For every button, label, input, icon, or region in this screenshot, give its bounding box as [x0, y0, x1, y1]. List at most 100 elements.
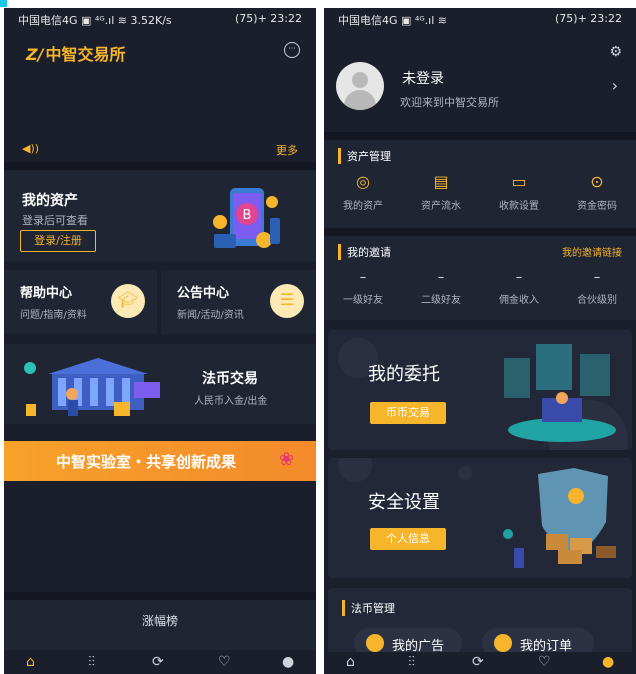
lab-banner[interactable]: 中智实验室・共享创新成果 ❀	[4, 441, 316, 481]
assets-tab-icon[interactable]: ♡	[538, 654, 551, 670]
my-assets-item[interactable]: ◎ 我的资产	[324, 172, 402, 212]
bottom-tab-bar: ⌂ ⫶⫶ ⟳ ♡ ●	[4, 652, 316, 674]
logo-mark-icon: Z/	[26, 45, 44, 64]
invite-stat-value: –	[593, 270, 601, 285]
ads-icon	[366, 634, 384, 652]
invite-stat: – 合伙级别	[558, 270, 636, 306]
my-assets-subtitle: 登录后可查看	[22, 214, 88, 227]
help-center-subtitle: 问题/指南/资料	[20, 310, 87, 321]
payment-settings-item[interactable]: ▭ 收款设置	[480, 172, 558, 212]
avatar	[336, 62, 384, 110]
login-register-button[interactable]: 登录/注册	[20, 230, 96, 252]
app-name: 中智交易所	[45, 45, 126, 64]
fiat-management-title: 法币管理	[342, 600, 395, 616]
corner-accent	[0, 0, 7, 7]
app-header: Z/中智交易所 ···	[4, 38, 316, 64]
ledger-icon: ▤	[433, 172, 449, 191]
chevron-right-icon: ›	[611, 76, 618, 95]
fund-password-item[interactable]: ⊙ 资金密码	[558, 172, 636, 212]
asset-management-title: 资产管理	[338, 148, 391, 164]
market-tab-icon[interactable]: ⫶⫶	[408, 654, 415, 670]
invite-stat-label: 二级好友	[421, 295, 461, 306]
divider	[324, 132, 636, 140]
carrier-text: 中国电信4G ▣ ⁴ᴳ.ıl ≋	[338, 14, 448, 27]
help-announce-row: 帮助中心 问题/指南/资料 🎓︎ 公告中心 新闻/活动/资讯 ☰	[4, 270, 316, 334]
profile-screen: 中国电信4G ▣ ⁴ᴳ.ıl ≋ (75)+ 23:22 ⚙ 未登录 欢迎来到中…	[324, 8, 636, 674]
invite-section: 我的邀请 我的邀请链接 – 一级好友 – 二级好友 – 佣金收入 – 合伙级别	[324, 236, 636, 320]
assets-tab-icon[interactable]: ♡	[218, 654, 231, 670]
profile-tab-icon[interactable]: ●	[602, 654, 614, 670]
invite-stat-label: 佣金收入	[499, 295, 539, 306]
graduation-cap-icon: 🎓︎	[111, 284, 145, 318]
invite-stat: – 二级好友	[402, 270, 480, 306]
home-tab-icon[interactable]: ⌂	[26, 654, 35, 670]
card-icon: ▭	[511, 172, 527, 191]
invite-stat: – 一级好友	[324, 270, 402, 306]
my-assets-card[interactable]: 我的资产 登录后可查看 登录/注册 B	[4, 170, 316, 262]
bottom-tab-bar: ⌂ ⫶⫶ ⟳ ♡ ●	[324, 652, 636, 674]
announcement-title: 公告中心	[177, 286, 230, 301]
trade-tab-icon[interactable]: ⟳	[152, 654, 164, 670]
invite-stat: – 佣金收入	[480, 270, 558, 306]
market-tab-icon[interactable]: ⫶⫶	[88, 654, 95, 670]
lab-banner-text: 中智实验室・共享创新成果	[56, 453, 237, 471]
profile-header[interactable]: 未登录 欢迎来到中智交易所 ›	[324, 58, 636, 122]
welcome-text: 欢迎来到中智交易所	[400, 96, 499, 109]
status-time: (75)+ 23:22	[235, 12, 302, 25]
svg-text:B: B	[243, 208, 252, 223]
speaker-icon: ◀))	[22, 142, 40, 155]
entrust-title: 我的委托	[368, 364, 440, 385]
asset-management-section: 资产管理 ◎ 我的资产 ▤ 资产流水 ▭ 收款设置 ⊙ 资金密码	[324, 140, 636, 228]
security-shield-illustration	[503, 468, 616, 568]
invite-link[interactable]: 我的邀请链接	[562, 244, 622, 259]
carrier-text: 中国电信4G ▣ ⁴ᴳ.ıl ≋ 3.52K/s	[18, 14, 172, 27]
divider	[4, 592, 316, 600]
invite-stat-label: 合伙级别	[577, 295, 617, 306]
fiat-trade-card[interactable]: 法币交易 人民币入金/出金	[4, 344, 316, 424]
coin-icon: ◎	[356, 172, 370, 191]
entrust-card[interactable]: 我的委托 币币交易	[328, 330, 632, 450]
notice-board-icon: ☰	[270, 284, 304, 318]
notice-bar[interactable]: ◀)) 更多	[4, 138, 316, 162]
home-tab-icon[interactable]: ⌂	[346, 654, 355, 670]
security-card[interactable]: 安全设置 个人信息	[328, 458, 632, 578]
fiat-trade-subtitle: 人民币入金/出金	[194, 396, 268, 407]
invite-stat-value: –	[515, 270, 523, 285]
asset-flow-label: 资产流水	[421, 201, 461, 212]
bank-illustration	[24, 358, 160, 416]
my-assets-label: 我的资产	[343, 201, 383, 212]
help-center-title: 帮助中心	[20, 286, 73, 301]
fund-password-label: 资金密码	[577, 201, 617, 212]
divider	[4, 162, 316, 170]
coin-trade-button[interactable]: 币币交易	[370, 402, 446, 424]
asset-flow-item[interactable]: ▤ 资产流水	[402, 172, 480, 212]
message-icon[interactable]: ···	[284, 42, 300, 58]
status-time: (75)+ 23:22	[555, 12, 622, 25]
candy-icon: ❀	[278, 449, 294, 470]
home-screen: 中国电信4G ▣ ⁴ᴳ.ıl ≋ 3.52K/s (75)+ 23:22 Z/中…	[4, 8, 316, 674]
help-center-card[interactable]: 帮助中心 问题/指南/资料 🎓︎	[4, 270, 157, 334]
profile-tab-icon[interactable]: ●	[282, 654, 294, 670]
invite-stat-value: –	[437, 270, 445, 285]
announcement-subtitle: 新闻/活动/资讯	[177, 310, 244, 321]
divider	[324, 228, 636, 236]
phone-wallet-illustration: B	[213, 188, 280, 248]
trade-tab-icon[interactable]: ⟳	[472, 654, 484, 670]
status-bar: 中国电信4G ▣ ⁴ᴳ.ıl ≋ (75)+ 23:22	[324, 8, 636, 30]
gainers-card[interactable]: 涨幅榜	[4, 600, 316, 650]
gainers-label: 涨幅榜	[141, 614, 178, 628]
orders-icon	[494, 634, 512, 652]
invite-title: 我的邀请	[338, 244, 391, 260]
status-bar: 中国电信4G ▣ ⁴ᴳ.ıl ≋ 3.52K/s (75)+ 23:22	[4, 8, 316, 30]
invite-stat-label: 一级好友	[343, 295, 383, 306]
trading-desk-illustration	[504, 344, 616, 442]
invite-stat-value: –	[359, 270, 367, 285]
lock-icon: ⊙	[590, 172, 604, 191]
payment-settings-label: 收款设置	[499, 201, 539, 212]
login-status: 未登录	[402, 71, 444, 87]
my-assets-title: 我的资产	[22, 193, 78, 209]
announcement-center-card[interactable]: 公告中心 新闻/活动/资讯 ☰	[161, 270, 316, 334]
personal-info-button[interactable]: 个人信息	[370, 528, 446, 550]
app-logo: Z/中智交易所	[26, 41, 125, 65]
more-link[interactable]: 更多	[276, 142, 298, 158]
